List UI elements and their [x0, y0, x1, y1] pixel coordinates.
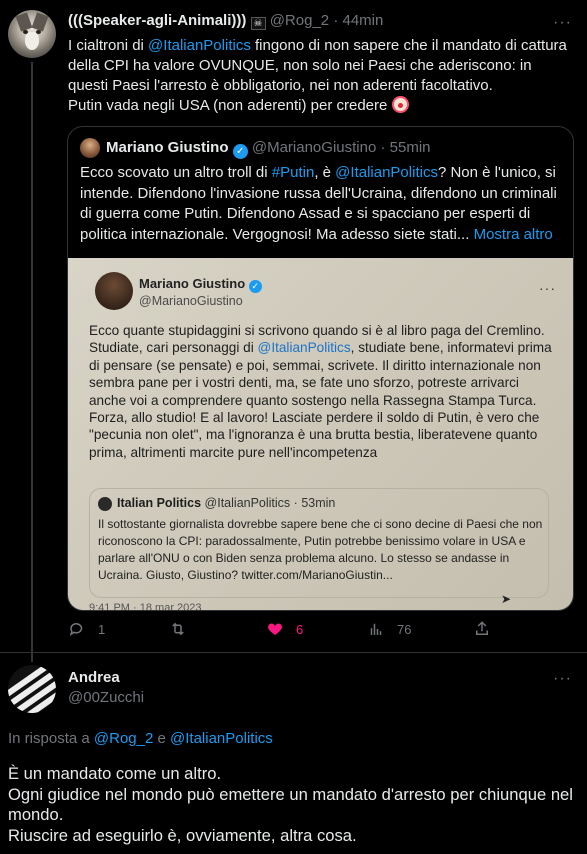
avatar-ear-right [31, 12, 49, 32]
show-more-link[interactable]: Mostra altro [474, 226, 553, 243]
hashtag-link[interactable]: #Putin [272, 164, 315, 181]
attached-photo[interactable]: Mariano Giustino ✓ @MarianoGiustino ··· … [68, 258, 573, 611]
photo-inner-avatar [98, 497, 112, 511]
photo-display-name: Mariano Giustino ✓ [139, 276, 262, 293]
quote-timestamp: 55min [389, 139, 431, 156]
views-chart-icon [370, 623, 382, 635]
reply-button[interactable]: 1 [68, 620, 105, 638]
separator: · [333, 12, 339, 29]
avatar-stripe [8, 665, 56, 699]
tweet-text-line: Ogni giudice nel mondo può emettere un m… [8, 784, 573, 825]
pirate-flag-icon: ☠ [250, 17, 266, 30]
reply-joiner: e [153, 730, 171, 747]
quote-header: Mariano Giustino ✓ @MarianoGiustino · 55… [106, 139, 431, 159]
mention-link[interactable]: @ItalianPolitics [148, 37, 251, 54]
avatar[interactable] [8, 665, 56, 713]
avatar-snout [25, 32, 39, 50]
photo-inner-time: 53min [301, 496, 336, 510]
handle[interactable]: @00Zucchi [68, 689, 144, 706]
thread-line [31, 62, 33, 662]
photo-text-part: , studiate bene, informatevi prima di pe… [89, 340, 552, 460]
tweet-1[interactable]: (((Speaker-agli-Animali))) ☠ @Rog_2 · 44… [0, 0, 587, 662]
reply-prefix: In risposta a [8, 730, 94, 747]
action-bar: 1 6 76 [68, 620, 573, 642]
photo-handle: @MarianoGiustino [139, 294, 243, 308]
photo-bottom-fragment: 9:41 PM · 18 mar 2023 [89, 602, 202, 611]
reply-mention-link[interactable]: @Rog_2 [94, 730, 153, 747]
verified-badge-icon: ✓ [248, 280, 262, 293]
quote-text-part: Ecco scovato un altro troll di [80, 164, 272, 181]
quote-text-part: , è [314, 164, 336, 181]
photo-inner-quote: Italian Politics @ItalianPolitics · 53mi… [89, 488, 549, 598]
handle[interactable]: @Rog_2 [270, 12, 329, 29]
reply-mention-link[interactable]: @ItalianPolitics [170, 730, 273, 747]
photo-inner-header: Italian Politics @ItalianPolitics · 53mi… [117, 496, 335, 510]
quote-display-name: Mariano Giustino [106, 139, 229, 156]
tweet-text: È un mandato come un altro. Ogni giudice… [8, 764, 578, 846]
quote-avatar [80, 138, 100, 158]
quoted-tweet[interactable]: Mariano Giustino ✓ @MarianoGiustino · 55… [67, 126, 574, 611]
tweet-text-part: I cialtroni di [68, 37, 149, 54]
retweet-button[interactable] [169, 620, 199, 638]
heart-icon [268, 623, 282, 635]
verified-badge-icon: ✓ [232, 144, 248, 159]
reply-icon [69, 623, 83, 636]
separator: · [293, 496, 298, 510]
photo-display-name-text: Mariano Giustino [139, 276, 246, 291]
tweet-text: I cialtroni di @ItalianPolitics fingono … [68, 36, 573, 116]
tweet-text-line: È un mandato come un altro. [8, 764, 222, 783]
display-name[interactable]: (((Speaker-agli-Animali))) [68, 12, 246, 29]
share-icon [476, 621, 488, 635]
timestamp[interactable]: 44min [342, 12, 383, 29]
more-options-icon[interactable]: ··· [553, 14, 572, 32]
separator: · [380, 139, 386, 156]
photo-content: Mariano Giustino ✓ @MarianoGiustino ··· … [71, 258, 571, 611]
like-button[interactable]: 6 [266, 620, 303, 638]
avatar-eye [36, 30, 41, 34]
photo-avatar [95, 272, 133, 310]
tweet-text-line: Putin vada negli USA (non aderenti) per … [68, 97, 388, 114]
quote-handle: @MarianoGiustino [251, 139, 377, 156]
photo-inner-text: Il sottostante giornalista dovrebbe sape… [98, 517, 543, 582]
photo-mention: @ItalianPolitics [257, 340, 351, 356]
photo-more-icon: ··· [539, 280, 556, 296]
avatar[interactable] [8, 10, 56, 58]
reply-count: 1 [98, 621, 106, 637]
retweet-icon [172, 622, 184, 636]
avatar-ear-left [15, 12, 33, 32]
like-count: 6 [296, 621, 304, 637]
tweet-header: (((Speaker-agli-Animali))) ☠ @Rog_2 · 44… [68, 12, 383, 30]
views-button[interactable]: 76 [367, 620, 411, 638]
more-options-icon[interactable]: ··· [553, 670, 572, 688]
avatar-eye [23, 30, 28, 34]
mouse-cursor-icon: ➤ [501, 592, 512, 606]
views-count: 76 [397, 621, 412, 637]
mention-link[interactable]: @ItalianPolitics [335, 164, 438, 181]
quote-text: Ecco scovato un altro troll di #Putin, è… [80, 163, 564, 245]
photo-inner-name: Italian Politics [117, 496, 202, 510]
tweet-divider [0, 652, 587, 653]
photo-text: Ecco quante stupidaggini si scrivono qua… [89, 322, 553, 461]
share-button[interactable] [473, 620, 491, 638]
reply-context: In risposta a @Rog_2 e @ItalianPolitics [8, 730, 273, 747]
clown-face-icon [391, 96, 409, 113]
photo-inner-handle: @ItalianPolitics [204, 496, 291, 510]
display-name[interactable]: Andrea [68, 669, 120, 686]
tweet-text-line: Riuscire ad eseguirlo è, ovviamente, alt… [8, 825, 357, 845]
